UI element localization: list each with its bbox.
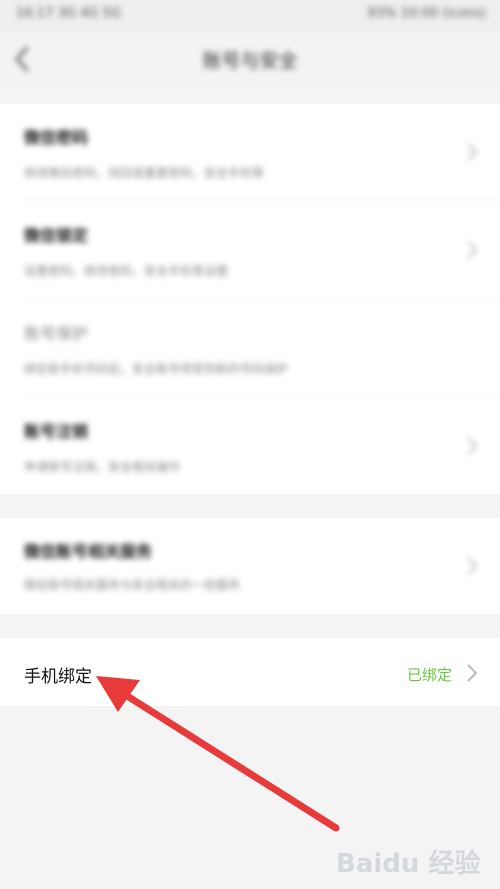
status-bar: 16:17 3G 4G 5G 93% 10:00 (icons) (0, 0, 500, 32)
item-desc: 申请账号注销，安全相关操作 (24, 460, 181, 474)
item-title: 微信锁定 (24, 226, 89, 245)
item-desc: 修改微信密码，找回或重置密码，安全手机等 (24, 166, 265, 180)
item-title: 账号注销 (24, 422, 89, 441)
chevron-right-icon (467, 143, 478, 161)
item-title: 账号保护 (24, 324, 89, 343)
list-item[interactable]: 微信账号相关服务 微信账号相关服务与安全相关的一些服务 (0, 518, 500, 615)
item-desc: 设置密码，修改密码，安全手机等设置 (24, 264, 229, 278)
baidu-watermark: Baidu 经验 (336, 837, 486, 881)
chevron-right-icon (467, 664, 478, 682)
nav-bar: 账号与安全 (0, 32, 500, 88)
list-item[interactable]: 账号注销 申请账号注销，安全相关操作 (0, 398, 500, 495)
status-left: 16:17 3G 4G 5G (16, 6, 121, 21)
phone-binding-label: 手机绑定 (24, 667, 92, 687)
item-desc: 微信账号相关服务与安全相关的一些服务 (24, 578, 241, 592)
page-title: 账号与安全 (202, 50, 298, 72)
list-item[interactable]: 账号保护 绑定新手机号码后，安全账号将受到新的号码保护 (0, 300, 500, 397)
list-item[interactable]: 微信密码 修改微信密码，找回或重置密码，安全手机等 (0, 104, 500, 201)
phone-binding-row[interactable]: 手机绑定 已绑定 (0, 638, 500, 706)
item-desc: 绑定新手机号码后，安全账号将受到新的号码保护 (24, 362, 289, 376)
list-item[interactable]: 微信锁定 设置密码，修改密码，安全手机等设置 (0, 202, 500, 299)
security-section-1: 微信密码 修改微信密码，找回或重置密码，安全手机等 微信锁定 设置密码，修改密码… (0, 104, 500, 494)
item-title: 微信密码 (24, 128, 89, 147)
watermark-logo: Baidu 经验 (336, 849, 481, 879)
status-right: 93% 10:00 (icons) (367, 6, 487, 21)
chevron-right-icon (467, 557, 478, 575)
chevron-right-icon (467, 241, 478, 259)
security-section-2: 微信账号相关服务 微信账号相关服务与安全相关的一些服务 (0, 518, 500, 614)
item-title: 微信账号相关服务 (24, 542, 153, 561)
chevron-right-icon (467, 437, 478, 455)
bound-status: 已绑定 (406, 666, 452, 684)
